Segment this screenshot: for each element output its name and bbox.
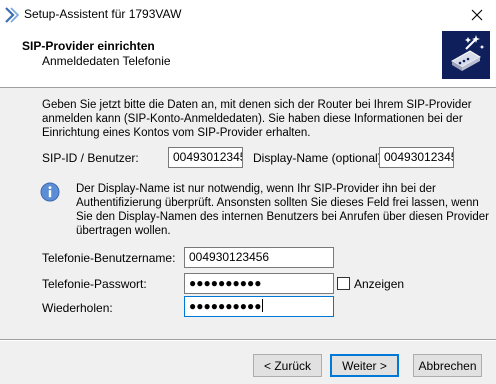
cancel-button[interactable]: Abbrechen: [413, 354, 482, 377]
show-password-checkbox[interactable]: [337, 277, 350, 290]
wizard-header: SIP-Provider einrichten Anmeldedaten Tel…: [0, 30, 496, 88]
intro-text: Geben Sie jetzt bitte die Daten an, mit …: [42, 98, 472, 140]
info-line: Sie den Display-Namen des internen Benut…: [76, 211, 489, 223]
page-title: SIP-Provider einrichten: [22, 39, 155, 53]
sip-id-field[interactable]: 00493012345: [168, 147, 243, 168]
close-icon: [471, 9, 483, 21]
info-line: Der Display-Name ist nur notwendig, wenn…: [76, 183, 436, 195]
info-line: übertragen wollen.: [76, 225, 171, 237]
intro-line: anmelden kann (SIP-Konto-Anmeldedaten). …: [42, 113, 463, 125]
tel-user-label: Telefonie-Benutzername:: [42, 251, 176, 265]
wizard-logo-icon: [442, 31, 490, 79]
info-line: Authentifizierung überprüft. Ansonsten s…: [76, 197, 479, 209]
footer-separator-highlight: [0, 340, 496, 341]
close-button[interactable]: [458, 0, 496, 30]
intro-line: Geben Sie jetzt bitte die Daten an, mit …: [42, 99, 472, 111]
tel-pass-label: Telefonie-Passwort:: [42, 277, 147, 291]
page-subtitle: Anmeldedaten Telefonie: [42, 54, 171, 68]
wizard-app-icon: [5, 7, 20, 23]
display-name-field[interactable]: 00493012345: [379, 147, 454, 168]
repeat-label: Wiederholen:: [42, 301, 113, 315]
sip-id-label: SIP-ID / Benutzer:: [42, 151, 139, 165]
repeat-password-field[interactable]: ●●●●●●●●●●: [184, 296, 334, 317]
next-button[interactable]: Weiter >: [330, 354, 399, 377]
password-dots: ●●●●●●●●●●: [189, 276, 262, 290]
text-caret: [262, 299, 264, 312]
password-dots: ●●●●●●●●●●: [189, 299, 262, 313]
window-title: Setup-Assistent für 1793VAW: [24, 7, 182, 21]
wizard-content: Geben Sie jetzt bitte die Daten an, mit …: [0, 88, 496, 338]
back-button[interactable]: < Zurück: [253, 354, 322, 377]
tel-pass-field[interactable]: ●●●●●●●●●●: [184, 273, 334, 294]
tel-user-field[interactable]: 004930123456: [184, 247, 334, 268]
intro-line: Einrichtung eines Kontos vom SIP-Provide…: [42, 127, 311, 139]
display-name-label: Display-Name (optional):: [253, 151, 386, 165]
info-icon: [40, 182, 60, 202]
info-text: Der Display-Name ist nur notwendig, wenn…: [76, 182, 489, 238]
show-password-label[interactable]: Anzeigen: [354, 277, 404, 291]
title-bar: Setup-Assistent für 1793VAW: [0, 0, 496, 31]
